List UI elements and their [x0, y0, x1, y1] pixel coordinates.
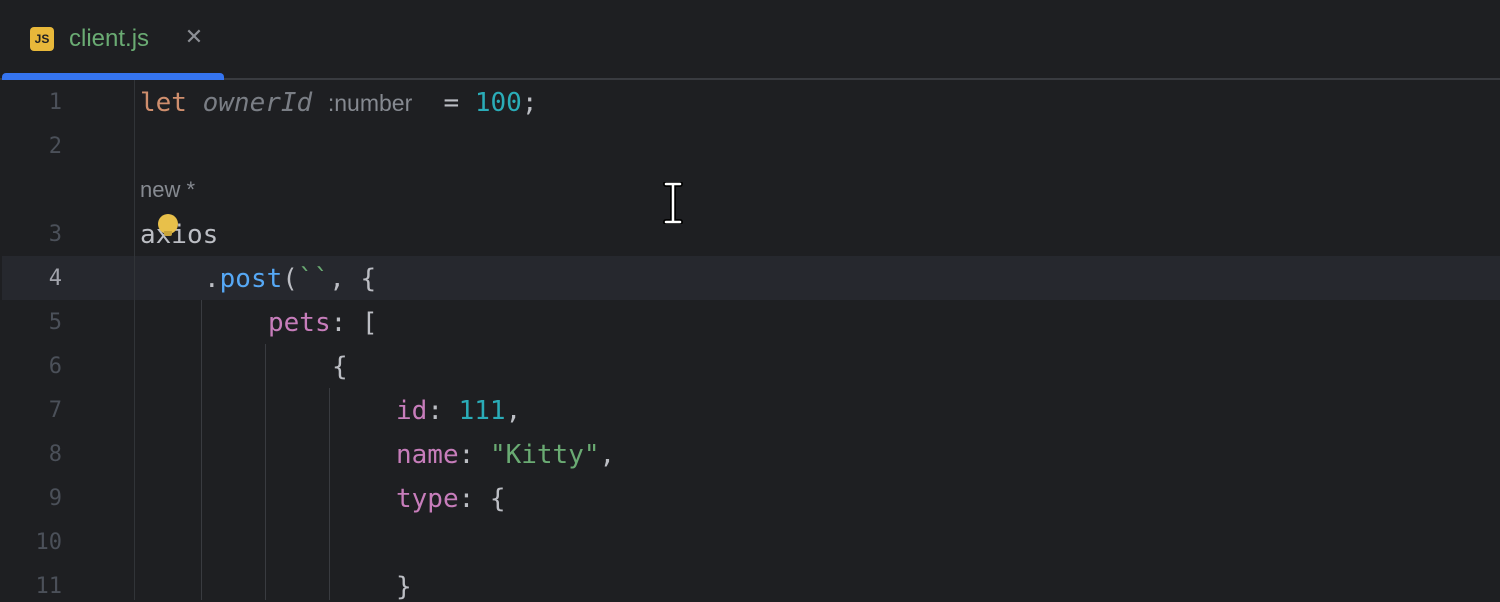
code-line-3: axios	[140, 220, 219, 250]
gutter-divider	[134, 80, 135, 600]
punctuation: , {	[329, 264, 377, 294]
number-literal: 100	[474, 88, 522, 118]
keyword: let	[140, 88, 187, 118]
line-number: 11	[35, 574, 63, 599]
punctuation: :	[458, 440, 490, 470]
tab-client-js[interactable]: JS client.js ✕	[2, 0, 224, 80]
operator: =	[427, 88, 475, 118]
punctuation: : [	[330, 308, 378, 338]
close-icon[interactable]: ✕	[182, 24, 206, 52]
lightbulb-icon[interactable]	[158, 214, 178, 236]
indent-guide	[201, 300, 202, 600]
punctuation: ,	[599, 440, 616, 470]
line-number: 2	[48, 134, 62, 159]
punctuation: ,	[505, 396, 522, 426]
code-line-11: }	[396, 572, 412, 602]
punctuation: : {	[458, 484, 506, 514]
property-name: id	[396, 396, 428, 426]
text-cursor-icon	[663, 182, 683, 224]
editor-tab-bar: JS client.js ✕	[0, 0, 1500, 80]
property-name: type	[396, 484, 459, 514]
tab-title[interactable]: client.js	[69, 24, 149, 54]
code-line-1: let ownerId :number = 100;	[140, 88, 537, 118]
code-line-9: type: {	[396, 484, 506, 514]
code-editor[interactable]: 1 2 3 4 5 6 7 8 9 10 11 let ownerId :num…	[0, 80, 1500, 602]
line-number: 1	[48, 90, 62, 115]
property-name: name	[396, 440, 459, 470]
line-number: 10	[35, 530, 63, 555]
type-hint: :number	[327, 90, 413, 116]
line-number: 3	[48, 222, 62, 247]
code-line-4: .post(``, {	[204, 264, 376, 294]
code-line-5: pets: [	[268, 308, 378, 338]
code-line-8: name: "Kitty",	[396, 440, 615, 470]
punctuation: :	[427, 396, 459, 426]
paren: (	[282, 264, 298, 294]
line-number: 7	[48, 398, 62, 423]
js-file-icon: JS	[30, 27, 54, 51]
line-number: 9	[48, 486, 62, 511]
string-literal: "Kitty"	[489, 440, 600, 470]
active-tab-indicator	[2, 73, 224, 80]
property-name: pets	[268, 308, 331, 338]
line-number-active: 4	[48, 266, 62, 291]
template-literal: ``	[297, 264, 330, 294]
method-name: post	[219, 264, 283, 294]
number-literal: 111	[458, 396, 506, 426]
author-hint[interactable]: new *	[140, 177, 195, 203]
semicolon: ;	[521, 88, 538, 118]
dot: .	[204, 264, 220, 294]
line-number: 8	[48, 442, 62, 467]
variable-name: ownerId	[202, 88, 313, 118]
code-line-6: {	[332, 352, 348, 382]
line-number: 5	[48, 310, 62, 335]
indent-guide	[265, 344, 266, 600]
indent-guide	[329, 388, 330, 600]
line-number: 6	[48, 354, 62, 379]
code-line-7: id: 111,	[396, 396, 521, 426]
